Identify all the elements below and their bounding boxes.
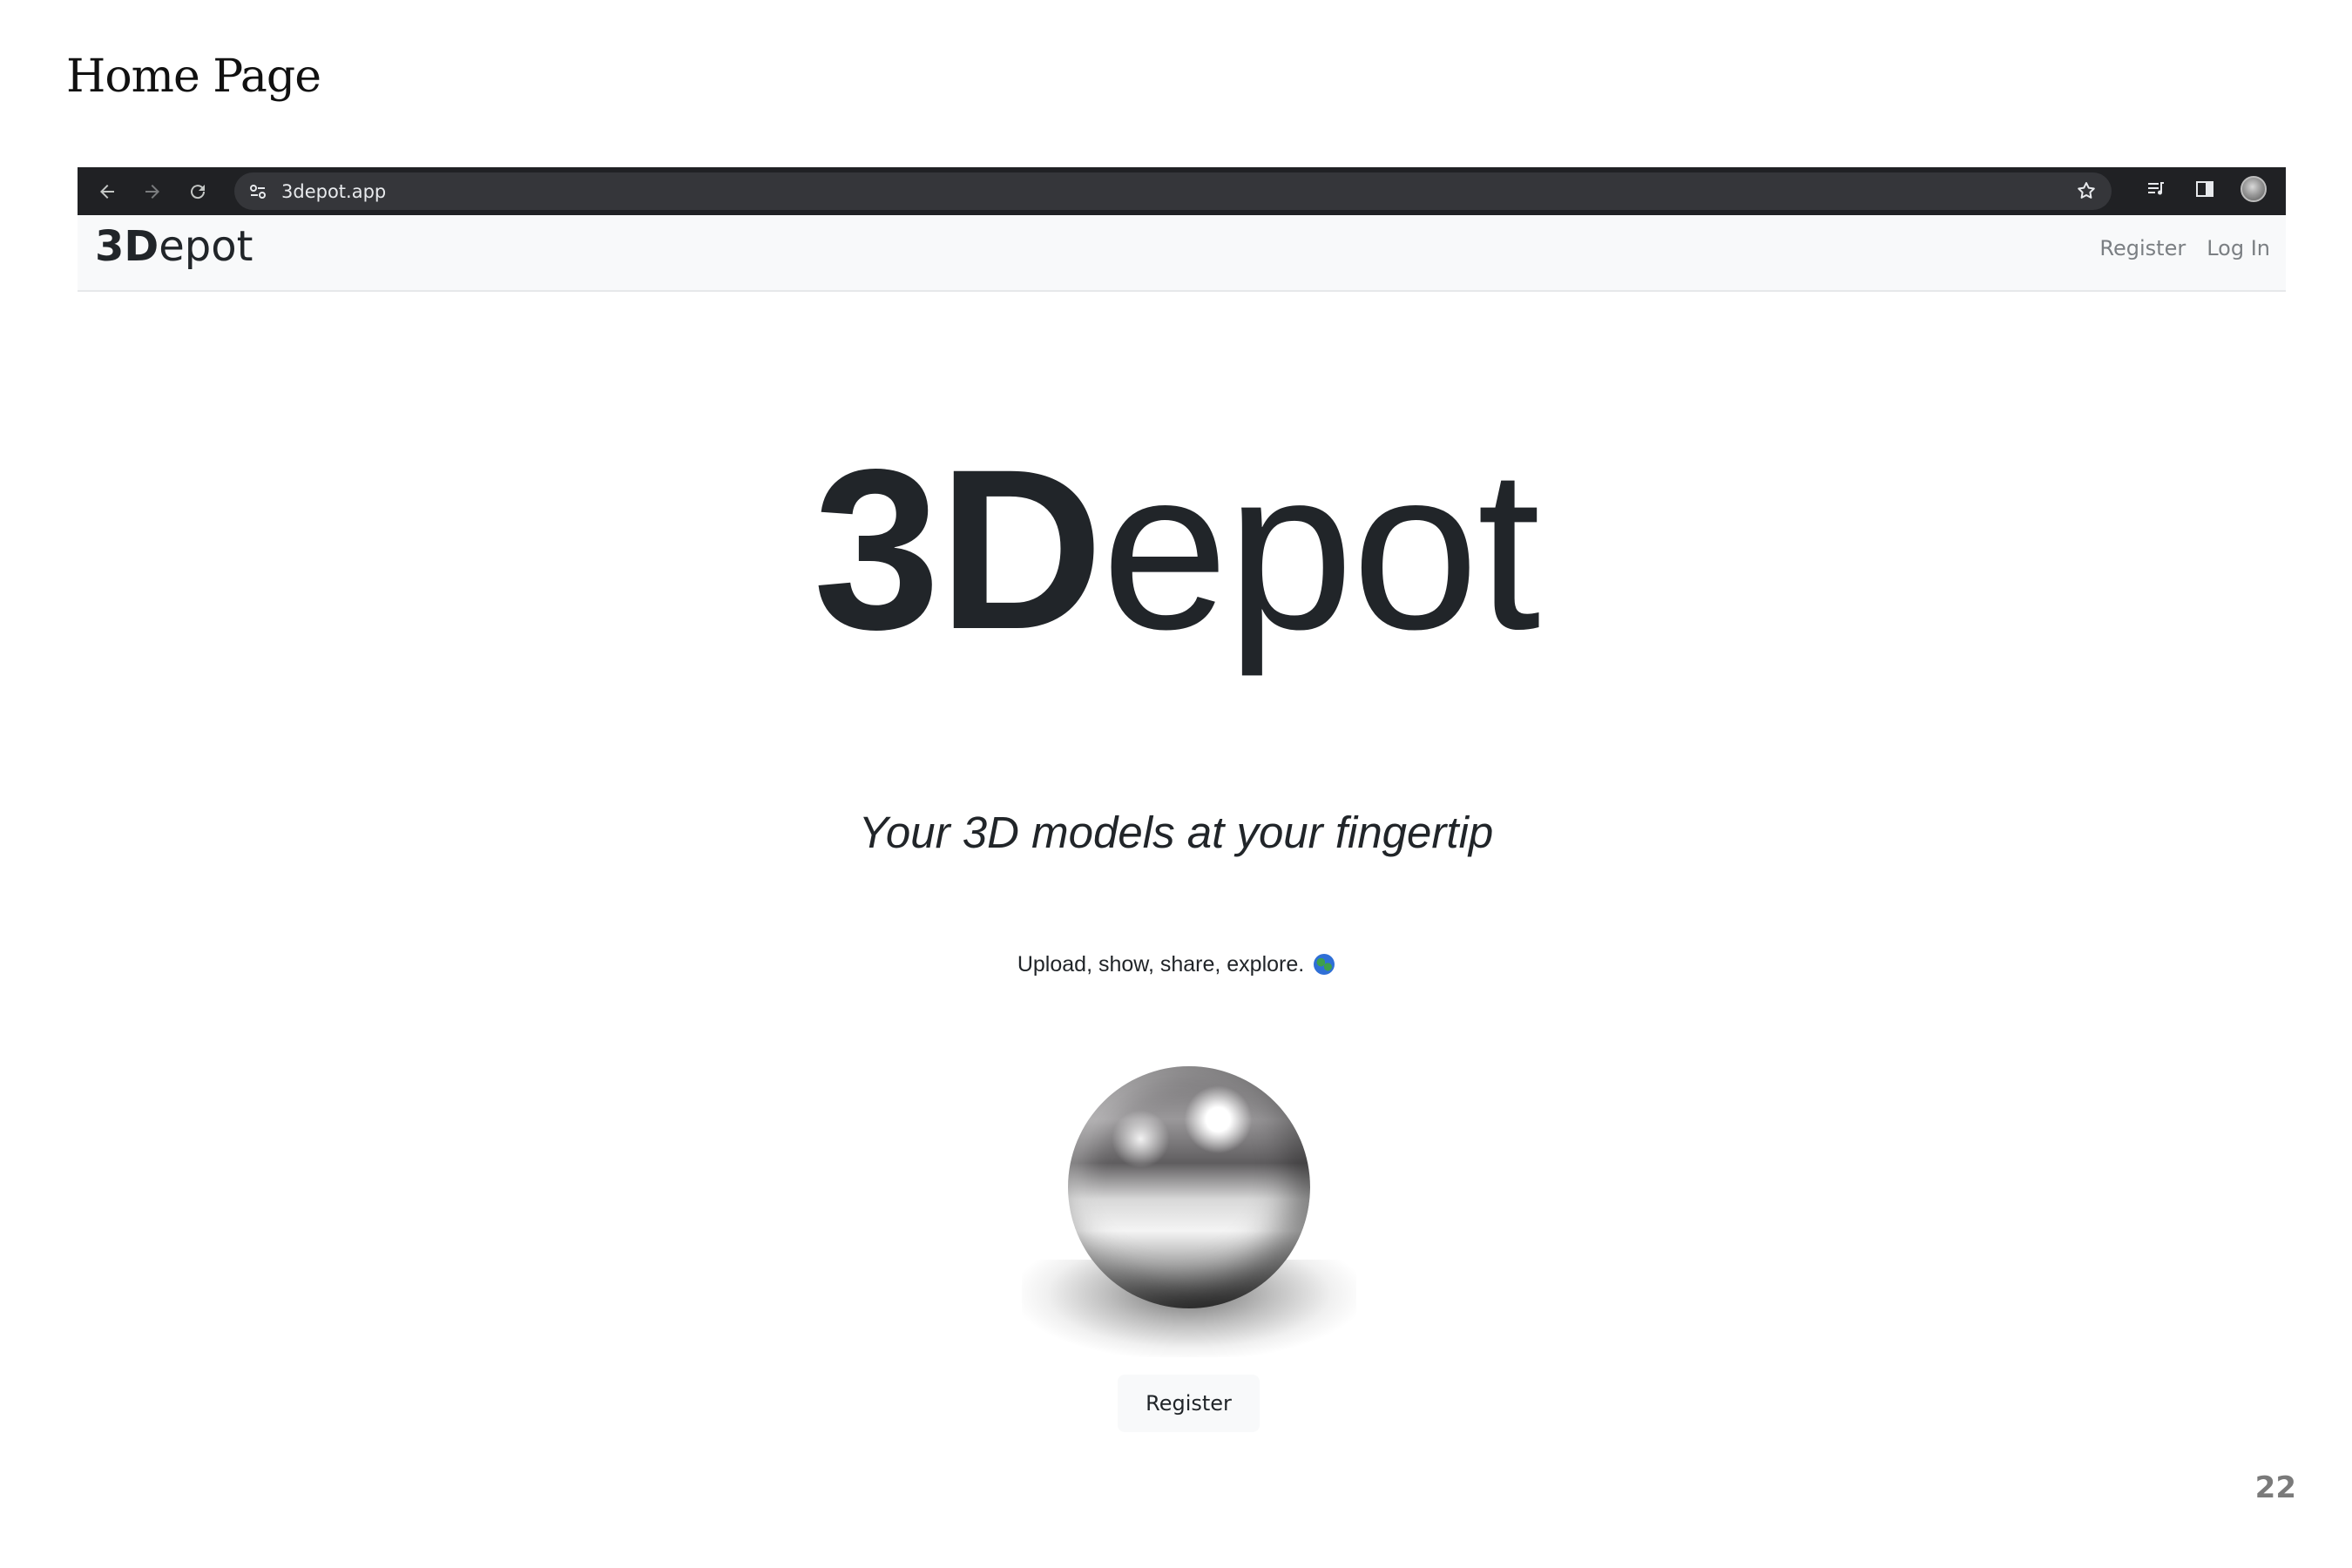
toolbar-right-icons [2141,174,2268,204]
url-text[interactable]: 3depot.app [281,181,386,202]
3d-model-viewer[interactable] [1022,1059,1356,1357]
globe-icon [1314,954,1335,975]
chrome-sphere-model[interactable] [1068,1066,1310,1308]
profile-avatar-icon[interactable] [2239,174,2268,204]
forward-arrow-icon[interactable] [135,174,170,209]
hero-tagline: Your 3D models at your fingertip [858,808,1494,857]
media-playlist-icon[interactable] [2141,174,2171,204]
hero-title: 3Depot [813,422,1541,677]
site-info-icon[interactable] [245,179,271,205]
address-bar[interactable]: 3depot.app [234,172,2112,210]
slide-title: Home Page [66,51,321,103]
side-panel-icon[interactable] [2190,174,2220,204]
back-arrow-icon[interactable] [90,174,125,209]
navbar-brand[interactable]: 3Depot [95,222,253,271]
reload-icon[interactable] [180,174,215,209]
hero-subtext: Upload, show, share, explore. [0,952,2352,977]
nav-register-link[interactable]: Register [2099,236,2186,260]
browser-toolbar: 3depot.app [78,167,2286,215]
nav-login-link[interactable]: Log In [2207,236,2270,260]
browser-window: 3depot.app 3Depot Register Log In [78,167,2286,292]
site-navbar: 3Depot Register Log In [78,215,2286,292]
register-button[interactable]: Register [1118,1375,1260,1432]
page-number: 22 [2254,1470,2296,1505]
navbar-links: Register Log In [2099,236,2270,260]
star-icon[interactable] [2073,178,2099,204]
